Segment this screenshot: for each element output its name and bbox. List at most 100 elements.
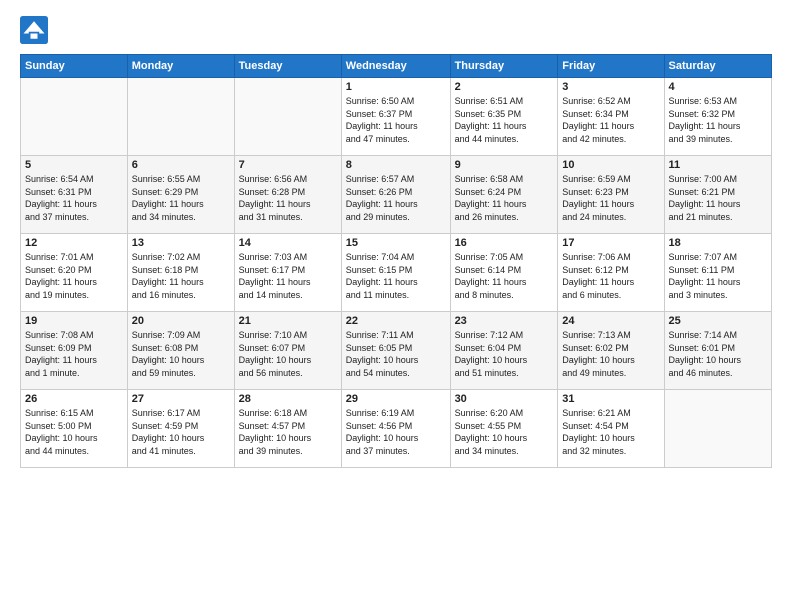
day-number: 7 (239, 159, 337, 171)
day-info: Sunrise: 6:57 AM Sunset: 6:26 PM Dayligh… (346, 173, 446, 223)
calendar-cell: 20 Sunrise: 7:09 AM Sunset: 6:08 PM Dayli… (127, 312, 234, 390)
day-number: 19 (25, 315, 123, 327)
calendar-cell: 8 Sunrise: 6:57 AM Sunset: 6:26 PM Daylig… (341, 156, 450, 234)
weekday-header-thursday: Thursday (450, 55, 558, 78)
weekday-header-saturday: Saturday (664, 55, 771, 78)
calendar-cell: 9 Sunrise: 6:58 AM Sunset: 6:24 PM Daylig… (450, 156, 558, 234)
calendar-cell: 28 Sunrise: 6:18 AM Sunset: 4:57 PM Dayli… (234, 390, 341, 468)
day-number: 20 (132, 315, 230, 327)
calendar-cell: 30 Sunrise: 6:20 AM Sunset: 4:55 PM Dayli… (450, 390, 558, 468)
day-info: Sunrise: 7:03 AM Sunset: 6:17 PM Dayligh… (239, 251, 337, 301)
day-number: 12 (25, 237, 123, 249)
calendar-week-2: 5 Sunrise: 6:54 AM Sunset: 6:31 PM Daylig… (21, 156, 772, 234)
calendar-week-3: 12 Sunrise: 7:01 AM Sunset: 6:20 PM Dayli… (21, 234, 772, 312)
calendar-cell: 5 Sunrise: 6:54 AM Sunset: 6:31 PM Daylig… (21, 156, 128, 234)
calendar-cell (127, 78, 234, 156)
day-info: Sunrise: 6:21 AM Sunset: 4:54 PM Dayligh… (562, 407, 659, 457)
page: SundayMondayTuesdayWednesdayThursdayFrid… (0, 0, 792, 612)
day-info: Sunrise: 6:58 AM Sunset: 6:24 PM Dayligh… (455, 173, 554, 223)
day-number: 2 (455, 81, 554, 93)
logo-icon (20, 16, 48, 44)
weekday-header-tuesday: Tuesday (234, 55, 341, 78)
day-info: Sunrise: 6:56 AM Sunset: 6:28 PM Dayligh… (239, 173, 337, 223)
day-number: 5 (25, 159, 123, 171)
day-info: Sunrise: 7:05 AM Sunset: 6:14 PM Dayligh… (455, 251, 554, 301)
calendar-cell (234, 78, 341, 156)
calendar-cell: 31 Sunrise: 6:21 AM Sunset: 4:54 PM Dayli… (558, 390, 664, 468)
day-number: 3 (562, 81, 659, 93)
day-number: 10 (562, 159, 659, 171)
day-number: 21 (239, 315, 337, 327)
calendar-cell: 11 Sunrise: 7:00 AM Sunset: 6:21 PM Dayli… (664, 156, 771, 234)
day-number: 6 (132, 159, 230, 171)
weekday-header-row: SundayMondayTuesdayWednesdayThursdayFrid… (21, 55, 772, 78)
calendar-cell: 3 Sunrise: 6:52 AM Sunset: 6:34 PM Daylig… (558, 78, 664, 156)
calendar-cell: 16 Sunrise: 7:05 AM Sunset: 6:14 PM Dayli… (450, 234, 558, 312)
day-number: 8 (346, 159, 446, 171)
calendar-cell: 26 Sunrise: 6:15 AM Sunset: 5:00 PM Dayli… (21, 390, 128, 468)
calendar-cell: 23 Sunrise: 7:12 AM Sunset: 6:04 PM Dayli… (450, 312, 558, 390)
day-number: 1 (346, 81, 446, 93)
calendar-cell: 17Sunrise: 7:06 AM Sunset: 6:12 PM Dayli… (558, 234, 664, 312)
day-number: 22 (346, 315, 446, 327)
day-number: 16 (455, 237, 554, 249)
calendar-cell (664, 390, 771, 468)
calendar-cell (21, 78, 128, 156)
day-number: 14 (239, 237, 337, 249)
day-info: Sunrise: 7:10 AM Sunset: 6:07 PM Dayligh… (239, 329, 337, 379)
day-info: Sunrise: 7:02 AM Sunset: 6:18 PM Dayligh… (132, 251, 230, 301)
calendar-cell: 19 Sunrise: 7:08 AM Sunset: 6:09 PM Dayli… (21, 312, 128, 390)
day-info: Sunrise: 6:59 AM Sunset: 6:23 PM Dayligh… (562, 173, 659, 223)
calendar-cell: 13Sunrise: 7:02 AM Sunset: 6:18 PM Dayli… (127, 234, 234, 312)
day-info: Sunrise: 6:20 AM Sunset: 4:55 PM Dayligh… (455, 407, 554, 457)
day-number: 27 (132, 393, 230, 405)
day-info: Sunrise: 6:52 AM Sunset: 6:34 PM Dayligh… (562, 95, 659, 145)
day-number: 18 (669, 237, 767, 249)
day-number: 24 (562, 315, 659, 327)
weekday-header-monday: Monday (127, 55, 234, 78)
weekday-header-wednesday: Wednesday (341, 55, 450, 78)
calendar-cell: 12 Sunrise: 7:01 AM Sunset: 6:20 PM Dayli… (21, 234, 128, 312)
day-info: Sunrise: 7:09 AM Sunset: 6:08 PM Dayligh… (132, 329, 230, 379)
day-number: 28 (239, 393, 337, 405)
day-info: Sunrise: 6:15 AM Sunset: 5:00 PM Dayligh… (25, 407, 123, 457)
day-number: 15 (346, 237, 446, 249)
calendar-cell: 29 Sunrise: 6:19 AM Sunset: 4:56 PM Dayli… (341, 390, 450, 468)
calendar-week-1: 1 Sunrise: 6:50 AM Sunset: 6:37 PM Daylig… (21, 78, 772, 156)
header (20, 16, 772, 44)
calendar-cell: 1 Sunrise: 6:50 AM Sunset: 6:37 PM Daylig… (341, 78, 450, 156)
day-info: Sunrise: 6:54 AM Sunset: 6:31 PM Dayligh… (25, 173, 123, 223)
day-info: Sunrise: 7:12 AM Sunset: 6:04 PM Dayligh… (455, 329, 554, 379)
day-info: Sunrise: 6:19 AM Sunset: 4:56 PM Dayligh… (346, 407, 446, 457)
day-info: Sunrise: 6:18 AM Sunset: 4:57 PM Dayligh… (239, 407, 337, 457)
calendar-cell: 22Sunrise: 7:11 AM Sunset: 6:05 PM Dayli… (341, 312, 450, 390)
calendar-cell: 6Sunrise: 6:55 AM Sunset: 6:29 PM Daylig… (127, 156, 234, 234)
day-info: Sunrise: 6:51 AM Sunset: 6:35 PM Dayligh… (455, 95, 554, 145)
day-number: 23 (455, 315, 554, 327)
calendar-week-5: 26 Sunrise: 6:15 AM Sunset: 5:00 PM Dayli… (21, 390, 772, 468)
day-number: 11 (669, 159, 767, 171)
calendar-table: SundayMondayTuesdayWednesdayThursdayFrid… (20, 54, 772, 468)
day-info: Sunrise: 7:01 AM Sunset: 6:20 PM Dayligh… (25, 251, 123, 301)
day-info: Sunrise: 6:50 AM Sunset: 6:37 PM Dayligh… (346, 95, 446, 145)
calendar-week-4: 19 Sunrise: 7:08 AM Sunset: 6:09 PM Dayli… (21, 312, 772, 390)
calendar-cell: 2 Sunrise: 6:51 AM Sunset: 6:35 PM Daylig… (450, 78, 558, 156)
logo (20, 16, 52, 44)
calendar-cell: 15 Sunrise: 7:04 AM Sunset: 6:15 PM Dayli… (341, 234, 450, 312)
day-number: 31 (562, 393, 659, 405)
calendar-cell: 10 Sunrise: 6:59 AM Sunset: 6:23 PM Dayli… (558, 156, 664, 234)
day-number: 9 (455, 159, 554, 171)
day-number: 29 (346, 393, 446, 405)
day-info: Sunrise: 7:08 AM Sunset: 6:09 PM Dayligh… (25, 329, 123, 379)
weekday-header-friday: Friday (558, 55, 664, 78)
day-number: 26 (25, 393, 123, 405)
day-number: 25 (669, 315, 767, 327)
day-number: 30 (455, 393, 554, 405)
day-info: Sunrise: 7:14 AM Sunset: 6:01 PM Dayligh… (669, 329, 767, 379)
day-info: Sunrise: 7:07 AM Sunset: 6:11 PM Dayligh… (669, 251, 767, 301)
weekday-header-sunday: Sunday (21, 55, 128, 78)
calendar-cell: 7 Sunrise: 6:56 AM Sunset: 6:28 PM Daylig… (234, 156, 341, 234)
day-info: Sunrise: 7:04 AM Sunset: 6:15 PM Dayligh… (346, 251, 446, 301)
day-info: Sunrise: 7:06 AM Sunset: 6:12 PM Dayligh… (562, 251, 659, 301)
day-info: Sunrise: 7:00 AM Sunset: 6:21 PM Dayligh… (669, 173, 767, 223)
